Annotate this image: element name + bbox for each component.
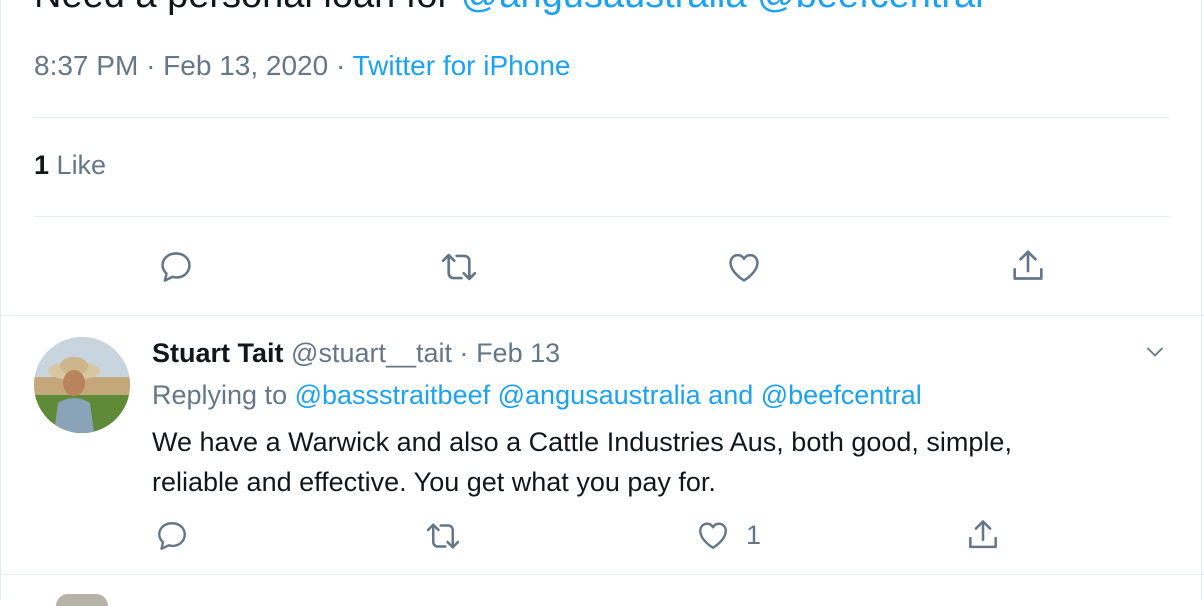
separator-dot: · (335, 50, 346, 81)
like-button[interactable]: 1 (694, 517, 761, 553)
avatar-image (34, 337, 130, 433)
more-options-button[interactable] (1140, 340, 1170, 369)
retweet-button[interactable] (438, 248, 480, 286)
like-button[interactable] (724, 248, 764, 286)
author-name[interactable]: Stuart Tait (152, 338, 284, 368)
reply-button[interactable] (154, 518, 190, 554)
separator-dot: · (459, 338, 469, 368)
separator-dot: · (146, 50, 156, 81)
likes-summary[interactable]: 1 Like (34, 150, 106, 181)
like-label: Like (56, 150, 107, 180)
reply-icon (161, 252, 191, 282)
divider (0, 315, 1204, 316)
tweet-time[interactable]: 8:37 PM (34, 50, 138, 81)
tweet-date[interactable]: Feb 13, 2020 (163, 50, 328, 81)
like-count: 1 (34, 150, 50, 180)
timeline-frame (0, 0, 1202, 600)
like-icon (699, 522, 727, 549)
replying-to: Replying to @bassstraitbeef @angusaustra… (152, 380, 922, 411)
mention-link[interactable]: @bassstraitbeef (295, 380, 491, 410)
divider (0, 574, 1204, 575)
reply-date[interactable]: Feb 13 (476, 338, 560, 368)
main-tweet-text: Need a personal loan for @angusaustralia… (34, 0, 984, 17)
tweet-source[interactable]: Twitter for iPhone (353, 50, 571, 81)
share-button[interactable] (964, 516, 1002, 554)
mention-link[interactable]: @angusaustralia (461, 0, 747, 16)
main-tweet-text-prefix: Need a personal loan for (34, 0, 461, 16)
tweet-meta: 8:37 PM · Feb 13, 2020 · Twitter for iPh… (34, 50, 570, 82)
chevron-down-icon (1147, 347, 1163, 357)
divider (34, 117, 1170, 118)
mention-link[interactable]: @beefcentral (761, 380, 922, 410)
reply-text: We have a Warwick and also a Cattle Indu… (152, 422, 1162, 502)
retweet-icon (426, 523, 460, 549)
avatar[interactable] (56, 594, 108, 606)
author-handle[interactable]: @stuart__tait (291, 338, 452, 368)
mention-link[interactable]: @angusaustralia (498, 380, 701, 410)
like-count: 1 (746, 519, 762, 550)
avatar[interactable] (34, 337, 130, 433)
reply-header: Stuart Tait @stuart__tait · Feb 13 (152, 338, 560, 369)
replying-to-label: Replying to (152, 380, 288, 410)
retweet-button[interactable] (423, 518, 463, 554)
reply-text-line: We have a Warwick and also a Cattle Indu… (152, 427, 1012, 457)
share-icon (1013, 250, 1043, 280)
reply-button[interactable] (157, 248, 195, 286)
replying-to-conjunction[interactable]: and (708, 380, 753, 410)
mention-link[interactable]: @beefcentral (757, 0, 984, 16)
retweet-icon (441, 253, 477, 281)
reply-text-line: reliable and effective. You get what you… (152, 467, 716, 497)
share-button[interactable] (1008, 246, 1048, 286)
share-icon (969, 520, 997, 549)
divider (34, 216, 1170, 217)
like-icon (729, 253, 759, 282)
reply-icon (158, 522, 186, 550)
